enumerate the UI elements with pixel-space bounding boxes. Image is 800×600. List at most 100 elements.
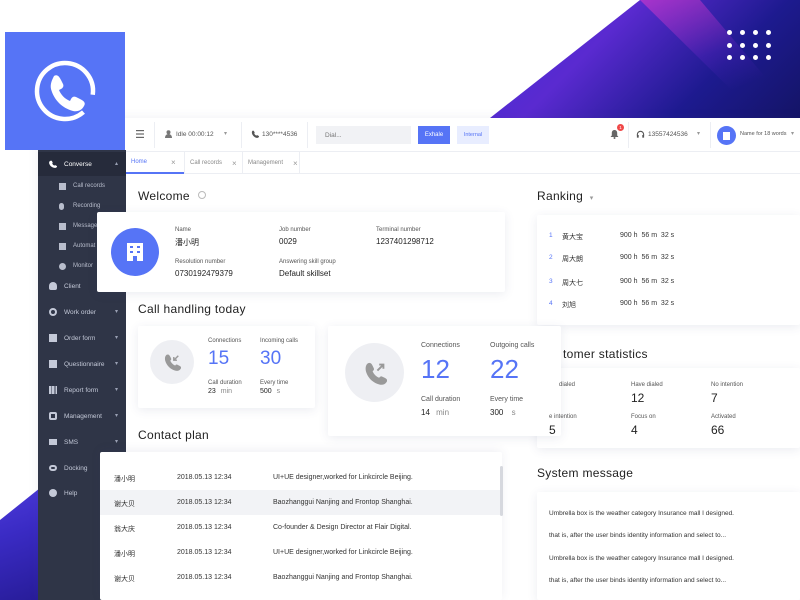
- rank-name: 刘旭: [562, 302, 576, 309]
- ranking-title[interactable]: Ranking ▾: [537, 189, 594, 203]
- job-label: Job number: [279, 227, 311, 233]
- sidebar-item-label: Work order: [64, 308, 97, 316]
- rank-time: 900 h 56 m 32 s: [620, 254, 674, 261]
- list-item[interactable]: Umbrella box is the weather category Ins…: [549, 510, 734, 517]
- contact-time: 2018.05.13 12:34: [177, 524, 232, 531]
- building-icon: [127, 243, 143, 261]
- unit-h: h: [633, 254, 638, 261]
- table-row[interactable]: 潘小明 2018.05.13 12:34 UI+UE designer,work…: [100, 465, 502, 490]
- unit-s: s: [670, 300, 675, 307]
- close-icon[interactable]: ×: [232, 159, 237, 168]
- unit-s: s: [670, 278, 675, 285]
- connections-value: 12: [421, 354, 450, 384]
- rank-time: 900 h 56 m 32 s: [620, 300, 674, 307]
- document-icon: [49, 360, 57, 368]
- table-row[interactable]: 谢大贝 2018.05.13 12:34 Baozhanggui Nanjing…: [100, 565, 502, 590]
- list-item[interactable]: that is, after the user binds identity i…: [549, 577, 726, 584]
- table-scrollbar[interactable]: [500, 466, 503, 516]
- contact-description: UI+UE designer,worked for Linkcircle Bei…: [273, 549, 413, 556]
- outgoing-calls-card: Connections 12 Outgoing calls 22 Call du…: [328, 326, 561, 436]
- status-dropdown[interactable]: Idle 00:00:12: [176, 131, 214, 138]
- outgoing-call-icon: [345, 343, 404, 402]
- close-icon[interactable]: ×: [171, 158, 176, 167]
- stat-value: 12: [631, 391, 645, 405]
- duration-number: 23: [208, 388, 216, 395]
- sidebar-item-call-records[interactable]: Call records: [38, 176, 126, 196]
- sidebar-item-label: Converse: [64, 160, 92, 168]
- rank-name: 周大朗: [562, 256, 583, 263]
- seconds: 32: [660, 232, 669, 239]
- close-icon[interactable]: ×: [293, 159, 298, 168]
- contact-description: Baozhanggui Nanjing and Frontop Shanghai…: [273, 499, 413, 506]
- unit-h: h: [633, 300, 638, 307]
- stat-value: 66: [711, 423, 725, 437]
- rank-name: 周大七: [562, 280, 583, 287]
- every-time-label: Every time: [260, 380, 289, 386]
- system-message-title: System message: [537, 466, 634, 480]
- chevron-down-icon[interactable]: ▾: [224, 130, 227, 137]
- tab-home[interactable]: Home ×: [126, 152, 184, 174]
- unit-s: s: [670, 254, 675, 261]
- sidebar-item-label: Recording: [73, 203, 101, 209]
- tab-management[interactable]: Management ×: [242, 152, 300, 174]
- table-row[interactable]: 谢大贝 2018.05.13 12:34 Baozhanggui Nanjing…: [100, 490, 502, 515]
- list-item[interactable]: Umbrella box is the weather category Ins…: [549, 555, 734, 562]
- outgoing-calls-value: 22: [490, 354, 519, 384]
- incoming-calls-value: 30: [260, 348, 282, 369]
- sidebar-item-label: Monitor: [73, 263, 94, 269]
- sidebar-item-management[interactable]: Management ▾: [38, 404, 126, 428]
- rank-time: 900 h 56 m 32 s: [620, 278, 674, 285]
- welcome-title-text: Welcome: [138, 189, 190, 203]
- sidebar-item-converse[interactable]: Converse ▴: [38, 152, 126, 176]
- sidebar-item-questionnaire[interactable]: Questionnaire ▾: [38, 352, 126, 376]
- table-row[interactable]: 潘小明 2018.05.13 12:34 UI+UE designer,work…: [100, 540, 502, 565]
- table-row[interactable]: 翁大庆 2018.05.13 12:34 Co-founder & Design…: [100, 515, 502, 540]
- exhale-button[interactable]: Exhale: [418, 126, 450, 144]
- tab-call-records[interactable]: Call records ×: [184, 152, 242, 174]
- help-icon: [49, 489, 57, 497]
- minutes: 56: [641, 254, 650, 261]
- chevron-down-icon[interactable]: ▾: [697, 130, 700, 137]
- stat-value: 4: [631, 423, 638, 437]
- menu-icon[interactable]: [136, 130, 144, 138]
- stat-label: dialed: [559, 382, 576, 388]
- sidebar-item-label: Questionnaire: [64, 360, 105, 368]
- sidebar-item-order-form[interactable]: Order form ▾: [38, 326, 126, 350]
- rank-time: 900 h 56 m 32 s: [620, 232, 674, 239]
- app-logo: [5, 32, 125, 150]
- connections-label: Connections: [208, 338, 242, 344]
- name-label: Name: [175, 227, 192, 233]
- user-name[interactable]: Name for 18 words: [740, 131, 786, 137]
- chevron-down-icon[interactable]: ▾: [791, 130, 794, 137]
- phone-icon: [49, 160, 58, 168]
- contact-time: 2018.05.13 12:34: [177, 549, 232, 556]
- contact-name: 谢大贝: [114, 576, 135, 583]
- sidebar-item-sms[interactable]: SMS ▾: [38, 430, 126, 454]
- stat-value: 5: [549, 423, 556, 437]
- internal-button[interactable]: Internal: [457, 126, 489, 144]
- customer-statistics-title: tomer statistics: [563, 347, 648, 361]
- sidebar-item-label: Automat: [73, 243, 96, 249]
- dial-input[interactable]: [316, 126, 411, 144]
- sidebar-item-report-form[interactable]: Report form ▾: [38, 378, 126, 402]
- minutes: 56: [641, 232, 650, 239]
- unit-h: h: [633, 232, 638, 239]
- terminal-value: 1237401298712: [376, 237, 434, 246]
- connections-value: 15: [208, 348, 230, 369]
- avatar[interactable]: [717, 126, 736, 145]
- info-icon[interactable]: [197, 191, 206, 199]
- every-unit: s: [276, 388, 281, 395]
- clipboard-icon: [59, 242, 66, 250]
- name-value: 潘小明: [175, 238, 199, 247]
- outgoing-calls-label: Outgoing calls: [490, 342, 535, 349]
- job-value: 0029: [279, 237, 297, 246]
- ranking-title-text: Ranking: [537, 189, 584, 203]
- resolution-value: 0730192479379: [175, 269, 233, 278]
- seconds: 32: [660, 254, 669, 261]
- chevron-down-icon[interactable]: ▾: [590, 195, 594, 202]
- cart-icon: [49, 334, 57, 342]
- bell-icon[interactable]: [610, 129, 619, 141]
- chevron-down-icon: ▾: [114, 335, 118, 341]
- sidebar-item-work-order[interactable]: Work order ▾: [38, 300, 126, 324]
- list-item[interactable]: that is, after the user binds identity i…: [549, 532, 726, 539]
